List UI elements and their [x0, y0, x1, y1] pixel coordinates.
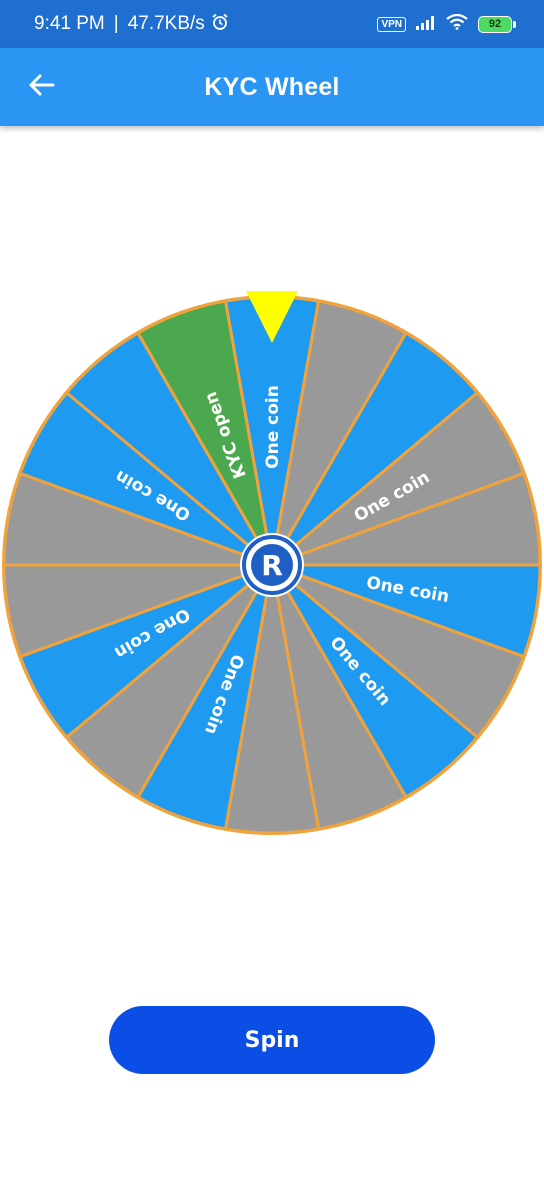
wheel-graphic: One coinOne coinOne coinOne coinOne coin…: [2, 291, 542, 835]
status-bar: 9:41 PM | 47.7KB/s VPN 92: [0, 0, 544, 48]
network-speed: 47.7KB/s: [127, 13, 205, 34]
spin-button[interactable]: Spin: [109, 1006, 435, 1074]
arrow-left-icon: [29, 74, 55, 100]
wifi-icon: [446, 13, 468, 34]
status-time: 9:41 PM: [34, 13, 105, 34]
battery-icon: 92: [478, 15, 516, 33]
status-right: VPN 92: [377, 13, 516, 34]
wheel-segment-label: One coin: [263, 385, 283, 469]
hub-logo-letter: R: [261, 549, 283, 582]
page-title: KYC Wheel: [204, 72, 340, 101]
back-button[interactable]: [22, 67, 62, 107]
status-separator: |: [113, 13, 119, 34]
app-bar: KYC Wheel: [0, 48, 544, 126]
signal-icon: [416, 15, 436, 34]
status-left: 9:41 PM | 47.7KB/s: [34, 13, 229, 36]
spin-wheel[interactable]: One coin One coin One coin One coin One coin…: [0, 285, 544, 845]
alarm-icon: [211, 13, 229, 36]
vpn-icon: VPN: [377, 16, 406, 32]
